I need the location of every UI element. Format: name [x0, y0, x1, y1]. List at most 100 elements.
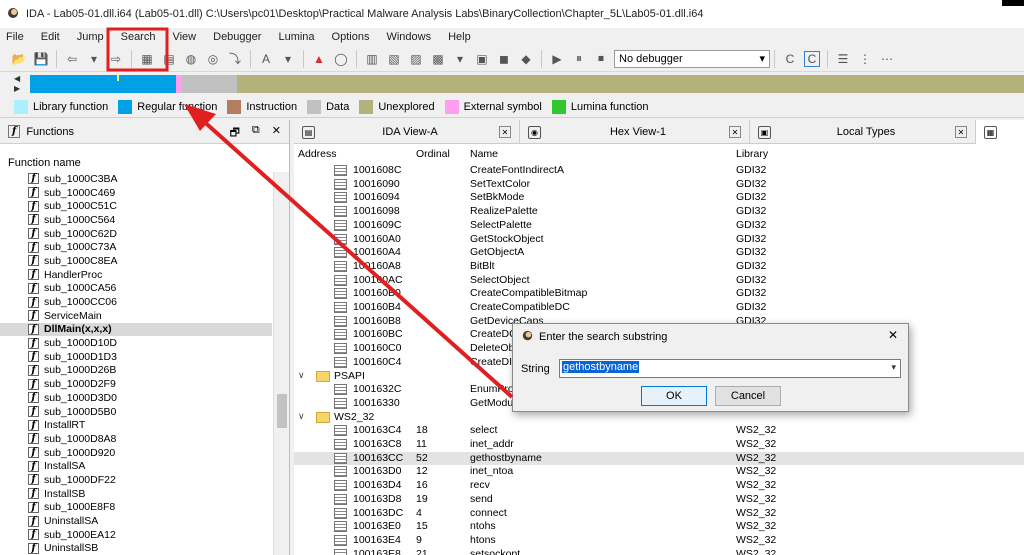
menu-search[interactable]: Search: [121, 31, 156, 43]
import-row[interactable]: 100163E8 21 setsockopt WS2_32: [294, 548, 1024, 555]
menu-jump[interactable]: Jump: [77, 31, 104, 43]
scrollbar-thumb[interactable]: [277, 394, 287, 428]
import-row[interactable]: 100163E0 15 ntohs WS2_32: [294, 520, 1024, 534]
back-arrow-icon[interactable]: ⇦: [64, 51, 80, 67]
import-row[interactable]: 100160B4 CreateCompatibleDC GDI32: [294, 301, 1024, 315]
tab-ida-view-a[interactable]: ▤ IDA View-A ✕: [294, 120, 520, 144]
window-icon[interactable]: ▣: [474, 51, 490, 67]
function-list-item[interactable]: f InstallSB: [0, 487, 272, 501]
menu-lumina[interactable]: Lumina: [278, 31, 314, 43]
function-list-item[interactable]: f sub_1000C3BA: [0, 172, 272, 186]
name-column-header[interactable]: Name: [470, 148, 498, 160]
stop-icon[interactable]: ◼: [496, 51, 512, 67]
function-list-item[interactable]: f ServiceMain: [0, 309, 272, 323]
open-file-icon[interactable]: 📂: [11, 51, 27, 67]
import-row[interactable]: 100163DC 4 connect WS2_32: [294, 507, 1024, 521]
menu-edit[interactable]: Edit: [41, 31, 60, 43]
undefine-icon[interactable]: ⤵: [227, 51, 243, 67]
import-row[interactable]: 100160A4 GetObjectA GDI32: [294, 246, 1024, 260]
graph-icon[interactable]: ▲: [311, 51, 327, 67]
import-row[interactable]: 100163C4 18 select WS2_32: [294, 424, 1024, 438]
close-icon[interactable]: ✕: [272, 124, 281, 143]
menu-help[interactable]: Help: [448, 31, 471, 43]
function-list-item[interactable]: f sub_1000D3D0: [0, 391, 272, 405]
function-list-item[interactable]: f sub_1000E8F8: [0, 501, 272, 515]
menu-windows[interactable]: Windows: [386, 31, 431, 43]
close-icon[interactable]: ✕: [955, 126, 967, 138]
tab-local-types[interactable]: ▣ Local Types ✕: [750, 120, 976, 144]
function-list-item[interactable]: f InstallRT: [0, 418, 272, 432]
function-list-item[interactable]: f sub_1000D10D: [0, 336, 272, 350]
menu-view[interactable]: View: [172, 31, 196, 43]
restore-icon[interactable]: 🗗: [230, 124, 240, 143]
import-row[interactable]: 10016098 RealizePalette GDI32: [294, 205, 1024, 219]
segment-icon[interactable]: ▥: [364, 51, 380, 67]
function-list-item[interactable]: f sub_1000DF22: [0, 473, 272, 487]
import-row[interactable]: 1001608C CreateFontIndirectA GDI32: [294, 164, 1024, 178]
search-string-input[interactable]: gethostbyname ▾: [559, 359, 901, 378]
function-list-item[interactable]: f InstallSA: [0, 459, 272, 473]
import-row[interactable]: 100160B0 CreateCompatibleBitmap GDI32: [294, 287, 1024, 301]
save-icon[interactable]: 💾: [33, 51, 49, 67]
close-icon[interactable]: ✕: [499, 126, 511, 138]
function-list-item[interactable]: f UninstallSA: [0, 514, 272, 528]
pseudocode-icon[interactable]: C: [804, 50, 820, 67]
menu-options[interactable]: Options: [332, 31, 370, 43]
function-name-column-header[interactable]: Function name: [0, 154, 289, 172]
function-list-item[interactable]: f sub_1000C8EA: [0, 254, 272, 268]
navigation-band[interactable]: ◀ ▶: [0, 72, 1024, 96]
tab-hex-view-1[interactable]: ◉ Hex View-1 ✕: [520, 120, 750, 144]
function-list-item[interactable]: f sub_1000D2F9: [0, 377, 272, 391]
function-list-item[interactable]: f HandlerProc: [0, 268, 272, 282]
list-icon[interactable]: ☰: [835, 51, 851, 67]
menu-debugger[interactable]: Debugger: [213, 31, 261, 43]
dropdown-arrow-icon[interactable]: ▾: [280, 51, 296, 67]
function-list-item[interactable]: f sub_1000C73A: [0, 240, 272, 254]
tree-icon[interactable]: ⋮: [857, 51, 873, 67]
pause-icon[interactable]: ⏸: [571, 51, 587, 67]
dropdown-arrow-icon[interactable]: ▾: [86, 51, 102, 67]
nav-arrows-icon[interactable]: ◀ ▶: [14, 74, 26, 94]
code-icon[interactable]: ◍: [183, 51, 199, 67]
ordinal-column-header[interactable]: Ordinal: [416, 148, 450, 160]
array-icon[interactable]: ▩: [430, 51, 446, 67]
import-row[interactable]: 100163D8 19 send WS2_32: [294, 493, 1024, 507]
play-icon[interactable]: ▶: [549, 51, 565, 67]
struct-icon[interactable]: ▧: [386, 51, 402, 67]
enum-icon[interactable]: ▨: [408, 51, 424, 67]
import-row[interactable]: 100163C8 11 inet_addr WS2_32: [294, 438, 1024, 452]
function-list-item[interactable]: f sub_1000D1D3: [0, 350, 272, 364]
function-list-item[interactable]: f sub_1000D8A8: [0, 432, 272, 446]
chevron-down-icon[interactable]: ∨: [298, 411, 305, 422]
mark-icon[interactable]: ▤: [161, 51, 177, 67]
import-row[interactable]: 100160A0 GetStockObject GDI32: [294, 233, 1024, 247]
import-row[interactable]: 10016090 SetTextColor GDI32: [294, 178, 1024, 192]
import-row[interactable]: 100160AC SelectObject GDI32: [294, 274, 1024, 288]
function-list-item[interactable]: f sub_1000CC06: [0, 295, 272, 309]
cancel-button[interactable]: Cancel: [715, 386, 781, 406]
function-list-scrollbar[interactable]: [273, 172, 289, 555]
text-icon[interactable]: A: [258, 51, 274, 67]
function-list-item[interactable]: f sub_1000C564: [0, 213, 272, 227]
tab-imports[interactable]: ▦: [976, 120, 1024, 144]
close-icon[interactable]: ✕: [729, 126, 741, 138]
import-library-group[interactable]: ∨ WS2_32: [294, 411, 1024, 425]
import-row[interactable]: 1001609C SelectPalette GDI32: [294, 219, 1024, 233]
diamond-icon[interactable]: ◆: [518, 51, 534, 67]
data-icon[interactable]: ◎: [205, 51, 221, 67]
import-row[interactable]: 100163CC 52 gethostbyname WS2_32: [294, 451, 1024, 466]
float-icon[interactable]: ⧉: [252, 124, 260, 143]
debugger-select[interactable]: No debugger ▾: [614, 49, 770, 68]
function-list-item[interactable]: f sub_1000EA12: [0, 528, 272, 542]
ok-button[interactable]: OK: [641, 386, 707, 406]
import-row[interactable]: 100160A8 BitBlt GDI32: [294, 260, 1024, 274]
chevron-down-icon[interactable]: ▾: [891, 362, 896, 373]
function-list-item[interactable]: f sub_1000D26B: [0, 364, 272, 378]
binary-icon[interactable]: ▦: [139, 51, 155, 67]
function-list-item[interactable]: f sub_1000D920: [0, 446, 272, 460]
import-row[interactable]: 100163D4 16 recv WS2_32: [294, 479, 1024, 493]
address-column-header[interactable]: Address: [298, 148, 337, 160]
chevron-down-icon[interactable]: ∨: [298, 370, 305, 381]
circle-icon[interactable]: ◯: [333, 51, 349, 67]
stop-debug-icon[interactable]: ⏹: [593, 51, 609, 67]
